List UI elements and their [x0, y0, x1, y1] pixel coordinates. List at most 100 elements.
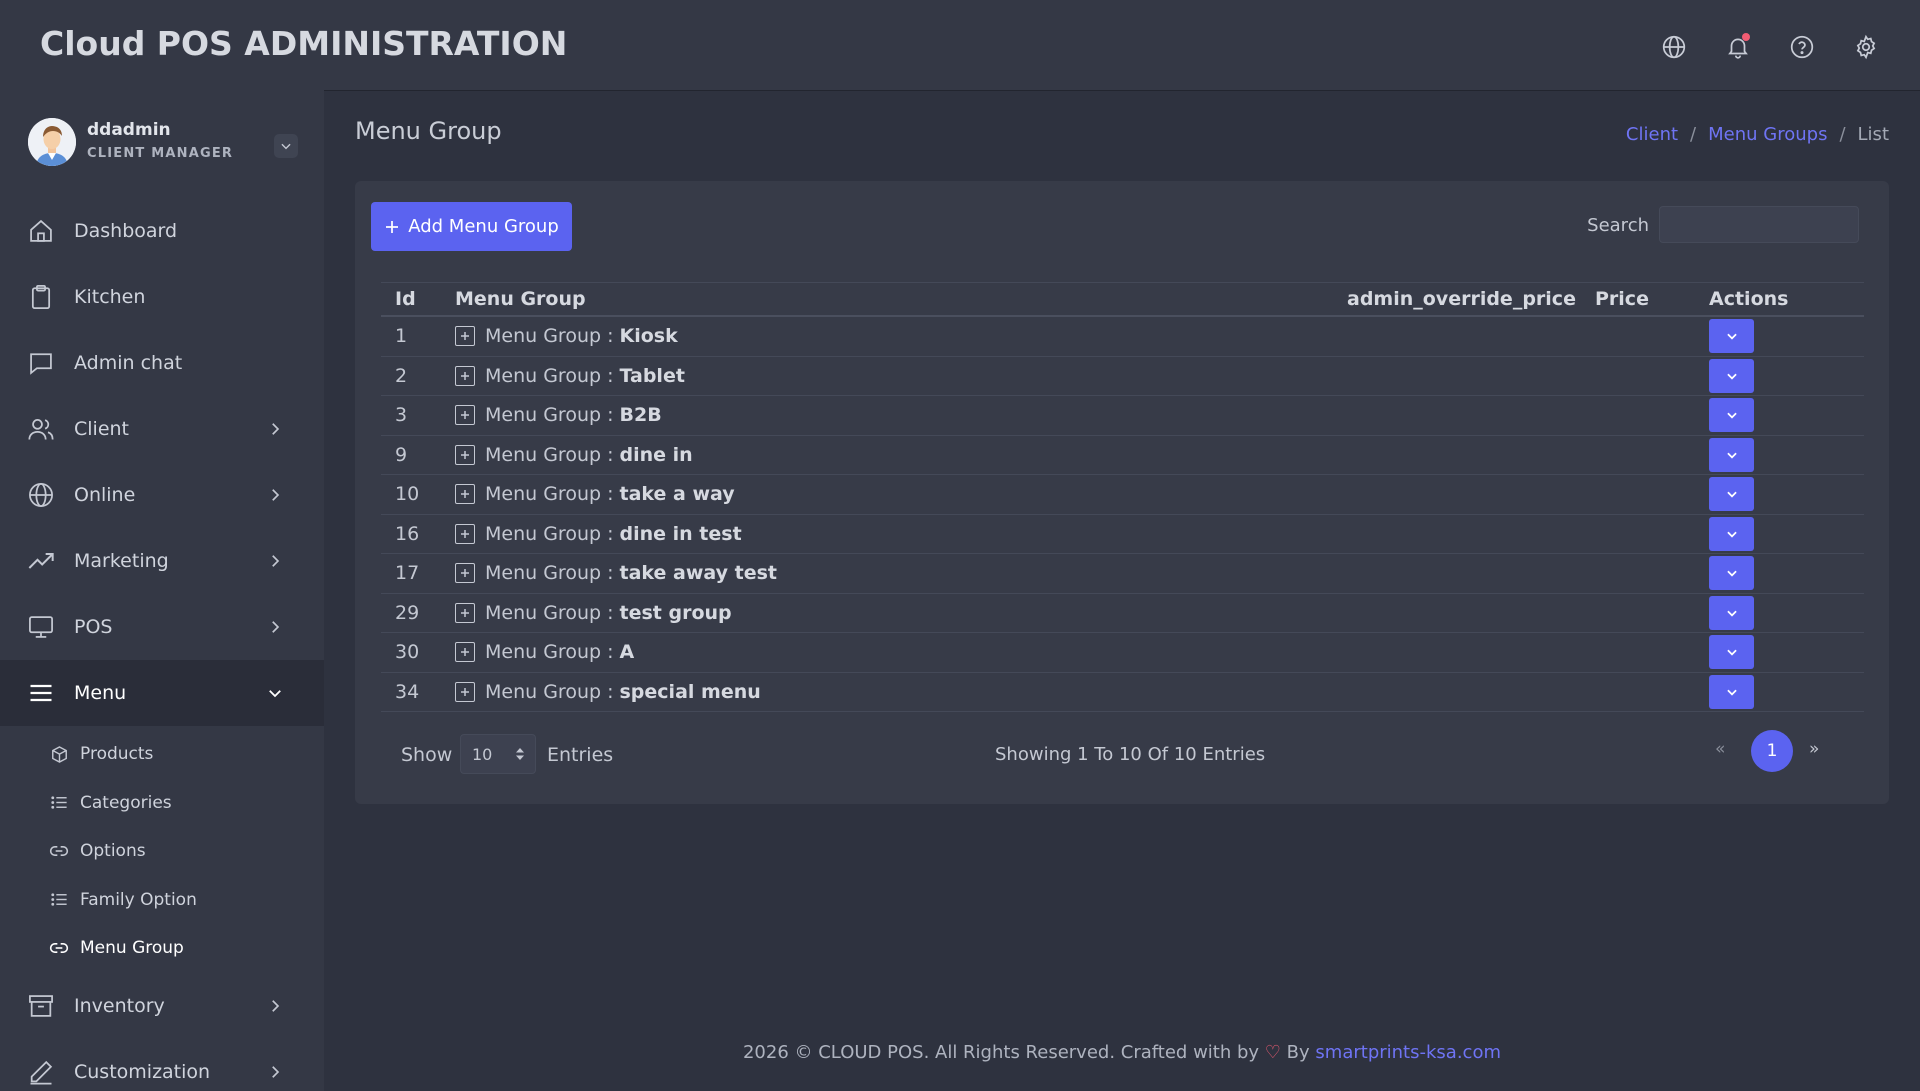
sidebar-item-customization[interactable]: Customization: [0, 1039, 324, 1091]
plus-icon: [386, 220, 399, 233]
chevron-down-icon: [1726, 649, 1737, 656]
column-header-price[interactable]: Price: [1595, 288, 1705, 310]
table-body: 1 Menu Group : Kiosk 2 Menu Group : Tabl…: [381, 317, 1864, 712]
row-actions-button[interactable]: [1709, 398, 1754, 433]
user-menu-toggle[interactable]: [274, 134, 298, 158]
show-label: Show: [401, 744, 453, 766]
pagination-previous[interactable]: «: [1715, 739, 1725, 759]
sidebar-item-online[interactable]: Online: [0, 462, 324, 528]
menu-group-card: Add Menu Group Search Id Menu Group admi…: [355, 181, 1889, 804]
group-name: take a way: [619, 483, 735, 506]
sidebar-item-label: Kitchen: [74, 286, 146, 308]
chevron-down-icon: [269, 690, 281, 698]
search-input[interactable]: [1659, 206, 1859, 243]
column-header-menu-group[interactable]: Menu Group: [455, 288, 1345, 310]
cell-menu-group: Menu Group : dine in: [455, 444, 1345, 466]
chevron-down-icon: [1726, 373, 1737, 380]
footer-text: 2026 © CLOUD POS. All Rights Reserved. C…: [742, 1042, 1260, 1063]
submenu-item-products[interactable]: Products: [0, 730, 324, 779]
expand-icon[interactable]: [455, 365, 475, 386]
sidebar-item-inventory[interactable]: Inventory: [0, 973, 324, 1039]
group-prefix: Menu Group :: [485, 562, 614, 585]
row-actions-button[interactable]: [1709, 635, 1754, 670]
expand-icon[interactable]: [455, 681, 475, 702]
sidebar-item-dashboard[interactable]: Dashboard: [0, 198, 324, 264]
help-icon[interactable]: [1784, 29, 1820, 65]
breadcrumb-menu-groups[interactable]: Menu Groups: [1708, 124, 1827, 145]
group-name: dine in: [619, 443, 693, 466]
breadcrumb-current: List: [1857, 124, 1889, 145]
sidebar-item-admin-chat[interactable]: Admin chat: [0, 330, 324, 396]
submenu-item-label: Menu Group: [80, 938, 184, 959]
settings-icon[interactable]: [1848, 29, 1884, 65]
cell-menu-group: Menu Group : B2B: [455, 404, 1345, 426]
sidebar-item-marketing[interactable]: Marketing: [0, 528, 324, 594]
expand-icon[interactable]: [455, 405, 475, 426]
table-row: 2 Menu Group : Tablet: [381, 357, 1864, 396]
row-actions-button[interactable]: [1709, 477, 1754, 512]
chevron-down-icon: [1726, 570, 1737, 577]
add-menu-group-button[interactable]: Add Menu Group: [371, 202, 572, 251]
submenu-item-label: Options: [80, 841, 146, 862]
table-row: 30 Menu Group : A: [381, 633, 1864, 673]
expand-icon[interactable]: [455, 326, 475, 347]
expand-icon[interactable]: [455, 523, 475, 544]
sidebar-item-pos[interactable]: POS: [0, 594, 324, 660]
footer-link[interactable]: smartprints-ksa.com: [1315, 1042, 1501, 1063]
pen-icon: [26, 1057, 56, 1087]
column-header-admin-override-price[interactable]: admin_override_price: [1345, 288, 1595, 310]
cell-id: 16: [395, 522, 420, 545]
chevron-right-icon: [272, 555, 280, 567]
expand-icon[interactable]: [455, 602, 475, 623]
group-name: test group: [619, 601, 732, 624]
submenu-item-categories[interactable]: Categories: [0, 779, 324, 828]
expand-icon[interactable]: [455, 563, 475, 584]
entries-per-page-select[interactable]: 10: [460, 734, 536, 774]
chevron-down-icon: [281, 143, 291, 150]
column-header-id[interactable]: Id: [381, 288, 455, 310]
chevron-down-icon: [1726, 333, 1737, 340]
row-actions-button[interactable]: [1709, 595, 1754, 630]
row-actions-button[interactable]: [1709, 319, 1754, 354]
table-row: 34 Menu Group : special menu: [381, 673, 1864, 712]
group-prefix: Menu Group :: [485, 641, 614, 664]
group-prefix: Menu Group :: [485, 483, 614, 506]
submenu-item-menu-group[interactable]: Menu Group: [0, 924, 324, 973]
row-actions-button[interactable]: [1709, 516, 1754, 551]
cell-actions: [1705, 595, 1864, 630]
expand-icon[interactable]: [455, 444, 475, 465]
sidebar-item-label: Online: [74, 484, 136, 506]
sidebar-item-menu[interactable]: Menu: [0, 660, 324, 726]
monitor-icon: [26, 612, 56, 642]
cell-actions: [1705, 635, 1864, 670]
expand-icon[interactable]: [455, 642, 475, 663]
cell-id: 3: [395, 404, 408, 427]
row-actions-button[interactable]: [1709, 674, 1754, 709]
cell-menu-group: Menu Group : Tablet: [455, 365, 1345, 387]
sidebar: ddadmin CLIENT MANAGER Dashboard Kitchen…: [0, 90, 324, 1091]
bell-icon[interactable]: [1720, 29, 1756, 65]
sidebar-item-label: Inventory: [74, 994, 165, 1017]
globe-icon[interactable]: [1656, 29, 1692, 65]
pagination-page-1[interactable]: 1: [1751, 730, 1793, 772]
cell-actions: [1705, 516, 1864, 551]
row-actions-button[interactable]: [1709, 437, 1754, 472]
expand-icon[interactable]: [455, 484, 475, 505]
row-actions-button[interactable]: [1709, 556, 1754, 591]
group-prefix: Menu Group :: [485, 522, 614, 545]
sidebar-item-label: Client: [74, 418, 130, 440]
cell-id: 30: [395, 641, 420, 664]
sidebar-item-kitchen[interactable]: Kitchen: [0, 264, 324, 330]
submenu-item-family-option[interactable]: Family Option: [0, 876, 324, 925]
chevron-right-icon: [272, 423, 280, 435]
chevron-down-icon: [1726, 610, 1737, 617]
group-name: dine in test: [619, 522, 742, 545]
archive-icon: [26, 991, 56, 1021]
breadcrumb-client[interactable]: Client: [1626, 124, 1678, 145]
pagination-next[interactable]: »: [1809, 739, 1819, 759]
row-actions-button[interactable]: [1709, 358, 1754, 393]
group-name: Kiosk: [619, 325, 678, 348]
cell-id: 17: [395, 562, 420, 585]
sidebar-item-client[interactable]: Client: [0, 396, 324, 462]
submenu-item-options[interactable]: Options: [0, 827, 324, 876]
